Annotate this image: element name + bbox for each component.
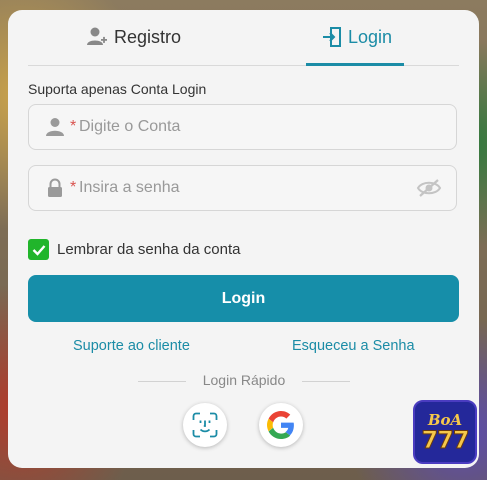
password-input[interactable] (79, 166, 399, 210)
quick-login-divider: Login Rápido (138, 372, 350, 390)
account-field: * (28, 104, 457, 150)
account-input[interactable] (79, 105, 399, 149)
login-door-icon (323, 27, 341, 47)
login-button[interactable]: Login (28, 275, 459, 322)
tab-bar: Registro Login (28, 10, 459, 66)
password-field: * (28, 165, 457, 211)
google-login-button[interactable] (259, 403, 303, 447)
remember-label: Lembrar da senha da conta (57, 241, 241, 258)
tab-login[interactable]: Login (322, 24, 392, 50)
support-link[interactable]: Suporte ao cliente (73, 338, 190, 354)
face-id-login-button[interactable] (183, 403, 227, 447)
tab-login-label: Login (348, 26, 393, 47)
required-mark: * (70, 179, 77, 196)
quick-login-label: Login Rápido (202, 372, 286, 388)
remember-checkbox[interactable] (28, 239, 49, 260)
add-user-icon (87, 27, 107, 45)
eye-off-icon[interactable] (416, 178, 442, 198)
account-note: Suporta apenas Conta Login (28, 81, 207, 97)
check-icon (32, 244, 45, 256)
required-mark: * (70, 118, 77, 135)
divider-line-right (302, 381, 350, 382)
active-tab-indicator (306, 63, 404, 66)
tab-register[interactable]: Registro (86, 24, 181, 50)
brand-logo: BoA 777 (413, 400, 477, 464)
google-icon (267, 411, 294, 439)
lock-icon (48, 178, 62, 197)
forgot-password-link[interactable]: Esqueceu a Senha (292, 338, 415, 354)
tab-register-label: Registro (114, 26, 182, 47)
brand-logo-bottom: 777 (421, 426, 470, 454)
face-id-icon (192, 412, 218, 438)
login-modal: Registro Login Suporta apenas Conta Logi… (8, 10, 479, 468)
user-icon (46, 118, 64, 136)
remember-password[interactable]: Lembrar da senha da conta (28, 239, 240, 260)
